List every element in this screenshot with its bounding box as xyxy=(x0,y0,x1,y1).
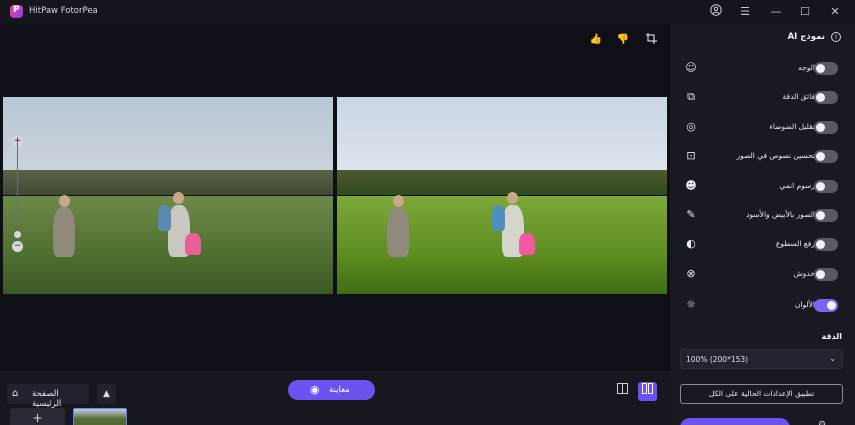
feature-label: فائق الدقة xyxy=(782,92,815,101)
resolution-value: 100% (200*153) xyxy=(686,355,749,364)
chevron-up-icon: ▲ xyxy=(103,389,110,399)
info-icon[interactable]: i xyxy=(831,32,841,42)
maximize-icon[interactable]: ☐ xyxy=(797,4,813,20)
feature-label: رفع السطوع xyxy=(775,239,815,248)
super-resolution-toggle[interactable] xyxy=(814,91,838,104)
text-enhance-icon: ⊡ xyxy=(686,149,696,162)
panel-title: نموذج AI xyxy=(787,32,825,42)
app-title: HitPaw FotorPea xyxy=(29,6,98,16)
anime-icon: ☻ xyxy=(685,179,697,192)
feature-label: الصور بالأبيض والأسود xyxy=(746,210,815,219)
face-icon: ☺ xyxy=(685,61,697,74)
menu-icon[interactable]: ☰ xyxy=(737,4,753,20)
brightness-icon: ◐ xyxy=(686,237,696,250)
colors-icon: ☼ xyxy=(686,298,696,311)
feature-row-denoise: ◎ تقليل الضوضاء xyxy=(670,116,855,138)
title-bar: P HitPaw FotorPea ☰ — ☐ ✕ xyxy=(0,0,855,24)
denoise-toggle[interactable] xyxy=(814,121,838,134)
feature-row-super-resolution: ⧉ فائق الدقة xyxy=(670,86,855,108)
resolution-select[interactable]: 100% (200*153) ⌄ xyxy=(680,349,843,369)
ai-model-panel: نموذج AI i ☺ الوجه ⧉ فائق الدقة ◎ تقليل … xyxy=(670,24,855,425)
app-logo-icon: P xyxy=(10,5,23,18)
canvas-area: 👍 👎 + − xyxy=(0,24,670,425)
anime-toggle[interactable] xyxy=(814,180,838,193)
add-image-button[interactable]: + xyxy=(10,408,65,425)
scratch-icon: ⊗ xyxy=(686,267,696,280)
zoom-slider-track[interactable] xyxy=(17,142,18,242)
feature-label: رسوم انمي xyxy=(779,181,815,190)
preview-label: معاينة xyxy=(329,385,350,395)
super-resolution-icon: ⧉ xyxy=(687,90,695,103)
home-button[interactable]: ⌂ الصفحة الرئيسية xyxy=(7,384,89,409)
black-white-toggle[interactable] xyxy=(814,209,838,222)
eye-icon: ◉ xyxy=(310,383,320,396)
side-by-side-view-button[interactable] xyxy=(638,382,657,401)
gear-icon[interactable]: ⚙ xyxy=(818,420,830,425)
chevron-down-icon: ⌄ xyxy=(829,354,836,363)
scratch-toggle[interactable] xyxy=(814,268,838,281)
home-label: الصفحة الرئيسية xyxy=(32,389,62,409)
brightness-toggle[interactable] xyxy=(814,238,838,251)
app-window: P HitPaw FotorPea ☰ — ☐ ✕ 👍 👎 + − ⌂ الصف… xyxy=(0,0,855,425)
black-white-icon: ✎ xyxy=(686,208,696,221)
feature-row-scratch: ⊗ خدوش xyxy=(670,263,855,285)
split-view-button[interactable] xyxy=(613,382,632,401)
thumbs-up-icon[interactable]: 👍 xyxy=(589,33,603,47)
feature-label: تقليل الضوضاء xyxy=(769,122,815,131)
feature-label: تحسين نصوص في الصور xyxy=(736,151,815,160)
feature-label: الألوان xyxy=(794,300,815,309)
close-icon[interactable]: ✕ xyxy=(827,4,843,20)
face-toggle[interactable] xyxy=(814,62,838,75)
original-image[interactable] xyxy=(3,97,333,294)
feature-row-colors: ☼ الألوان xyxy=(670,294,855,316)
collapse-thumbnails-button[interactable]: ▲ xyxy=(97,384,116,404)
feature-row-anime: ☻ رسوم انمي xyxy=(670,175,855,197)
crop-icon[interactable] xyxy=(644,33,658,47)
apply-to-all-button[interactable]: تطبيق الإعدادات الحالية على الكل xyxy=(680,384,843,404)
export-button[interactable] xyxy=(680,418,790,425)
home-icon: ⌂ xyxy=(12,388,19,399)
feature-row-face: ☺ الوجه xyxy=(670,57,855,79)
preview-button[interactable]: ◉ معاينة xyxy=(288,380,375,400)
resolution-title: الدقة xyxy=(821,332,842,341)
denoise-icon: ◎ xyxy=(686,120,696,133)
colors-toggle[interactable] xyxy=(814,299,838,312)
bottom-bar: ⌂ الصفحة الرئيسية ▲ ◉ معاينة + xyxy=(0,371,670,425)
text-enhance-toggle[interactable] xyxy=(814,150,838,163)
image-thumbnail[interactable] xyxy=(73,408,127,425)
feature-row-text-enhance: ⊡ تحسين نصوص في الصور xyxy=(670,145,855,167)
minimize-icon[interactable]: — xyxy=(768,4,784,20)
zoom-out-button[interactable]: − xyxy=(12,241,23,252)
feature-label: الوجه xyxy=(798,63,815,72)
account-icon[interactable] xyxy=(708,4,724,20)
feature-label: خدوش xyxy=(793,269,815,278)
zoom-slider-handle[interactable] xyxy=(14,231,21,238)
enhanced-image[interactable] xyxy=(337,97,667,294)
thumbs-down-icon[interactable]: 👎 xyxy=(616,33,630,47)
feature-row-brightness: ◐ رفع السطوع xyxy=(670,233,855,255)
feature-row-black-white: ✎ الصور بالأبيض والأسود xyxy=(670,204,855,226)
